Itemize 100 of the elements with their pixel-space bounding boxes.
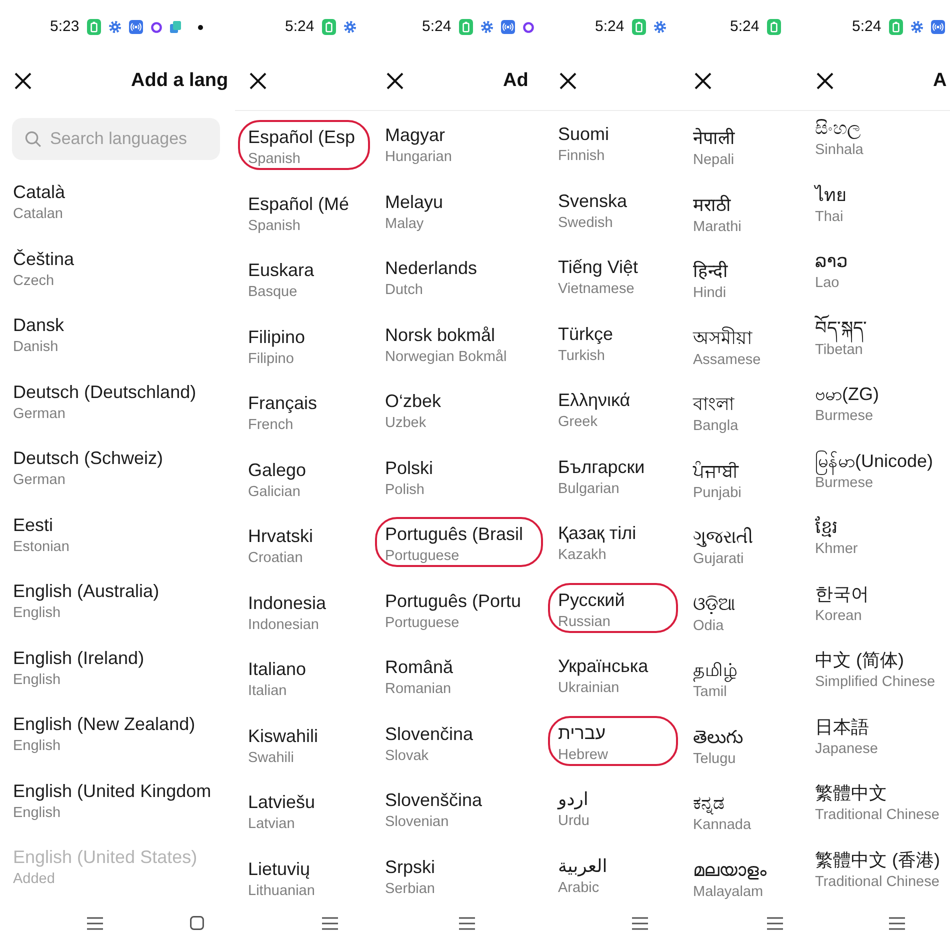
language-name[interactable]: Español (Esp bbox=[248, 125, 356, 149]
language-name[interactable]: ລາວ bbox=[815, 249, 848, 273]
language-name[interactable]: Português (Brasil bbox=[385, 522, 524, 546]
language-name[interactable]: Dansk bbox=[13, 313, 64, 337]
language-name[interactable]: Español (Mé bbox=[248, 192, 350, 216]
language-name[interactable]: বাংলা bbox=[693, 392, 734, 416]
language-name[interactable]: മലയാളം bbox=[693, 858, 767, 882]
language-name[interactable]: 日本語 bbox=[815, 714, 869, 738]
menu-icon[interactable] bbox=[459, 916, 475, 930]
language-name[interactable]: Deutsch (Schweiz) bbox=[13, 446, 164, 470]
language-english-name: Thai bbox=[815, 208, 844, 226]
language-name[interactable]: Indonesia bbox=[248, 590, 326, 614]
language-name[interactable]: ไทย bbox=[815, 182, 847, 206]
close-icon[interactable] bbox=[14, 72, 32, 90]
language-name[interactable]: ଓଡ଼ିଆ bbox=[693, 592, 735, 616]
language-name[interactable]: English (Australia) bbox=[13, 579, 160, 603]
battery-icon bbox=[889, 19, 904, 35]
language-name[interactable]: ಕನ್ನಡ bbox=[693, 791, 724, 815]
language-name[interactable]: Slovenčina bbox=[385, 722, 474, 746]
language-english-name: Catalan bbox=[13, 205, 63, 224]
language-name[interactable]: Ελληνικά bbox=[558, 388, 630, 412]
language-name[interactable]: Français bbox=[248, 391, 318, 415]
language-name[interactable]: Русский bbox=[558, 588, 625, 612]
language-name[interactable]: Srpski bbox=[385, 854, 436, 878]
language-english-name: Simplified Chinese bbox=[815, 673, 936, 692]
broadcast-icon bbox=[129, 20, 144, 34]
square-icon[interactable] bbox=[190, 916, 204, 930]
close-icon[interactable] bbox=[816, 72, 834, 90]
language-name[interactable]: English (New Zealand) bbox=[13, 712, 196, 736]
language-english-name: Finnish bbox=[558, 147, 605, 166]
language-name[interactable]: Kiswahili bbox=[248, 724, 318, 748]
language-name[interactable]: 한국어 bbox=[815, 582, 869, 606]
battery-icon bbox=[767, 19, 782, 35]
language-name[interactable]: हिन्दी bbox=[693, 259, 728, 283]
close-icon[interactable] bbox=[559, 72, 577, 90]
language-name[interactable]: ខ្មែរ bbox=[815, 515, 838, 539]
language-english-name: Romanian bbox=[385, 680, 452, 699]
language-name[interactable]: नेपाली bbox=[693, 126, 735, 150]
language-name[interactable]: Українська bbox=[558, 654, 648, 678]
menu-icon[interactable] bbox=[632, 916, 648, 930]
close-icon[interactable] bbox=[249, 72, 267, 90]
language-name[interactable]: Tiếng Việt bbox=[558, 255, 638, 279]
language-name[interactable]: Български bbox=[558, 454, 645, 478]
language-name[interactable]: Polski bbox=[385, 456, 434, 480]
menu-icon[interactable] bbox=[87, 916, 103, 930]
language-name[interactable]: తెలుగు bbox=[693, 724, 743, 748]
language-name[interactable]: Slovenščina bbox=[385, 788, 482, 812]
language-name[interactable]: Türkçe bbox=[558, 322, 614, 346]
language-name[interactable]: 中文 (简体) bbox=[815, 648, 904, 672]
language-name[interactable]: Deutsch (Deutschland) bbox=[13, 380, 196, 404]
language-name[interactable]: Português (Portu bbox=[385, 588, 522, 612]
language-english-name: Latvian bbox=[248, 815, 295, 834]
language-name[interactable]: 繁體中文 (香港) bbox=[815, 848, 940, 872]
language-name[interactable]: العربية bbox=[558, 854, 608, 878]
language-name[interactable]: Italiano bbox=[248, 657, 306, 681]
close-icon[interactable] bbox=[694, 72, 712, 90]
language-name[interactable]: ગુજરાતી bbox=[693, 525, 753, 549]
language-name[interactable]: தமிழ் bbox=[693, 658, 737, 682]
language-name[interactable]: Nederlands bbox=[385, 256, 478, 280]
language-name[interactable]: Latviešu bbox=[248, 790, 316, 814]
language-name[interactable]: Čeština bbox=[13, 246, 74, 270]
language-name[interactable]: Hrvatski bbox=[248, 524, 314, 548]
close-icon[interactable] bbox=[386, 72, 404, 90]
language-name[interactable]: অসমীয়া bbox=[693, 326, 752, 350]
language-name[interactable]: မြန်မာ(Unicode) bbox=[815, 448, 934, 472]
language-name[interactable]: Қазақ тілі bbox=[558, 521, 636, 545]
menu-icon[interactable] bbox=[889, 916, 905, 930]
language-name[interactable]: עברית bbox=[558, 720, 606, 744]
language-name[interactable]: Filipino bbox=[248, 324, 306, 348]
language-english-name: Lao bbox=[815, 274, 840, 293]
language-name[interactable]: English (United Kingdom bbox=[13, 778, 212, 802]
language-name[interactable]: 繁體中文 bbox=[815, 781, 887, 805]
language-english-name: Turkish bbox=[558, 346, 605, 366]
language-english-name: Gujarati bbox=[693, 550, 744, 569]
language-name[interactable]: Suomi bbox=[558, 122, 610, 146]
language-name[interactable]: मराठी bbox=[693, 192, 731, 216]
language-name[interactable]: Svenska bbox=[558, 188, 628, 212]
language-name[interactable]: සිංහල bbox=[815, 116, 861, 140]
language-name[interactable]: Magyar bbox=[385, 123, 446, 147]
language-name[interactable]: Română bbox=[385, 655, 454, 679]
language-english-name: Traditional Chinese bbox=[815, 872, 940, 892]
language-name[interactable]: Català bbox=[13, 180, 66, 204]
language-name[interactable]: Eesti bbox=[13, 512, 54, 536]
language-name[interactable]: Melayu bbox=[385, 190, 444, 214]
menu-icon[interactable] bbox=[322, 916, 338, 930]
language-name[interactable]: Euskara bbox=[248, 258, 314, 282]
language-name[interactable]: English (Ireland) bbox=[13, 646, 144, 670]
language-name[interactable]: ਪੰਜਾਬੀ bbox=[693, 458, 738, 482]
language-name[interactable]: Galego bbox=[248, 458, 306, 482]
language-name[interactable]: Lietuvių bbox=[248, 856, 310, 880]
search-field[interactable]: Search languages bbox=[12, 118, 220, 160]
language-english-name: Swedish bbox=[558, 214, 613, 232]
language-name[interactable]: O‘zbek bbox=[385, 389, 442, 413]
language-name[interactable]: ဗမာ(ZG) bbox=[815, 382, 879, 406]
language-name[interactable]: اردو bbox=[558, 787, 588, 811]
language-name[interactable]: Norsk bokmål bbox=[385, 322, 496, 346]
menu-icon[interactable] bbox=[767, 916, 783, 930]
page-title: A bbox=[933, 70, 947, 92]
language-english-name: Croatian bbox=[248, 549, 303, 568]
language-english-name: Arabic bbox=[558, 878, 600, 898]
